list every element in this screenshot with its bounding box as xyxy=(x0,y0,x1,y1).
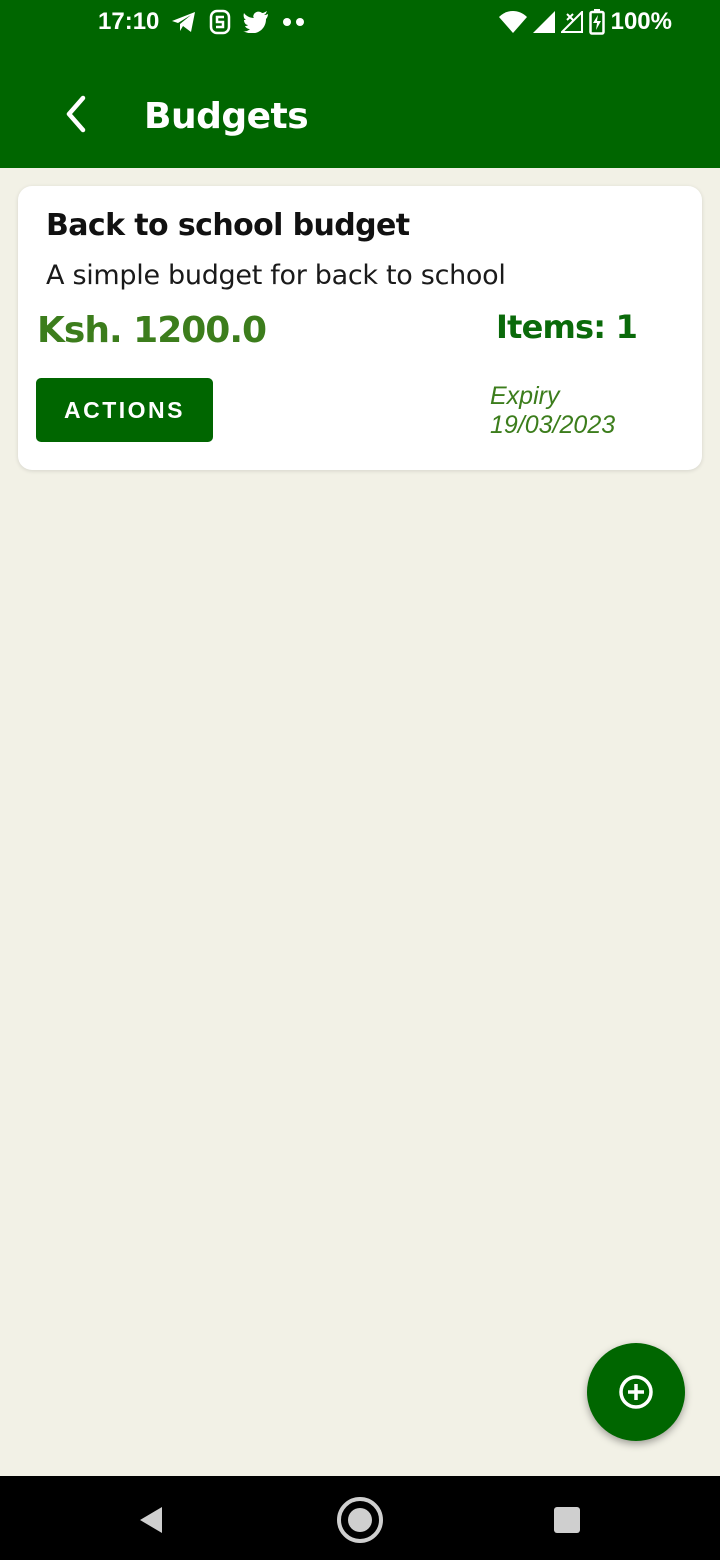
status-left: 17:10 xyxy=(98,8,307,36)
actions-button[interactable]: ACTIONS xyxy=(36,378,213,442)
back-button[interactable] xyxy=(50,88,102,140)
add-budget-button[interactable] xyxy=(587,1343,685,1441)
wifi-icon xyxy=(498,11,527,33)
top-bar: 17:10 100% Budgets xyxy=(0,0,720,168)
budget-expiry: Expiry 19/03/2023 xyxy=(490,382,615,440)
budget-description: A simple budget for back to school xyxy=(46,260,506,291)
nav-back-button[interactable] xyxy=(127,1496,175,1544)
battery-percent: 100% xyxy=(610,8,672,35)
budget-card[interactable]: Back to school budget A simple budget fo… xyxy=(18,186,702,470)
more-dots-icon xyxy=(281,17,307,27)
system-nav-bar xyxy=(0,1476,720,1560)
status-bar: 17:10 100% xyxy=(0,0,720,44)
signal-x-icon xyxy=(560,11,583,33)
budget-amount: Ksh. 1200.0 xyxy=(37,310,267,351)
status-right: 100% xyxy=(498,8,672,36)
back-triangle-icon xyxy=(140,1507,162,1533)
twitter-icon xyxy=(243,11,269,33)
budget-title: Back to school budget xyxy=(46,208,410,243)
home-circle-icon xyxy=(337,1497,383,1543)
s-app-icon xyxy=(209,9,231,35)
nav-home-button[interactable] xyxy=(336,1496,384,1544)
expiry-date: 19/03/2023 xyxy=(490,411,616,439)
expiry-label: Expiry xyxy=(490,382,560,410)
app-bar: Budgets xyxy=(0,44,720,168)
recents-square-icon xyxy=(554,1507,580,1533)
budget-items-count: Items: 1 xyxy=(496,308,638,346)
battery-charging-icon xyxy=(588,9,605,35)
nav-recents-button[interactable] xyxy=(543,1496,591,1544)
page-title: Budgets xyxy=(144,96,309,137)
telegram-icon xyxy=(171,10,197,34)
signal-icon xyxy=(532,11,555,33)
add-circle-icon xyxy=(619,1375,653,1409)
chevron-left-icon xyxy=(66,95,86,133)
status-time: 17:10 xyxy=(98,8,160,35)
